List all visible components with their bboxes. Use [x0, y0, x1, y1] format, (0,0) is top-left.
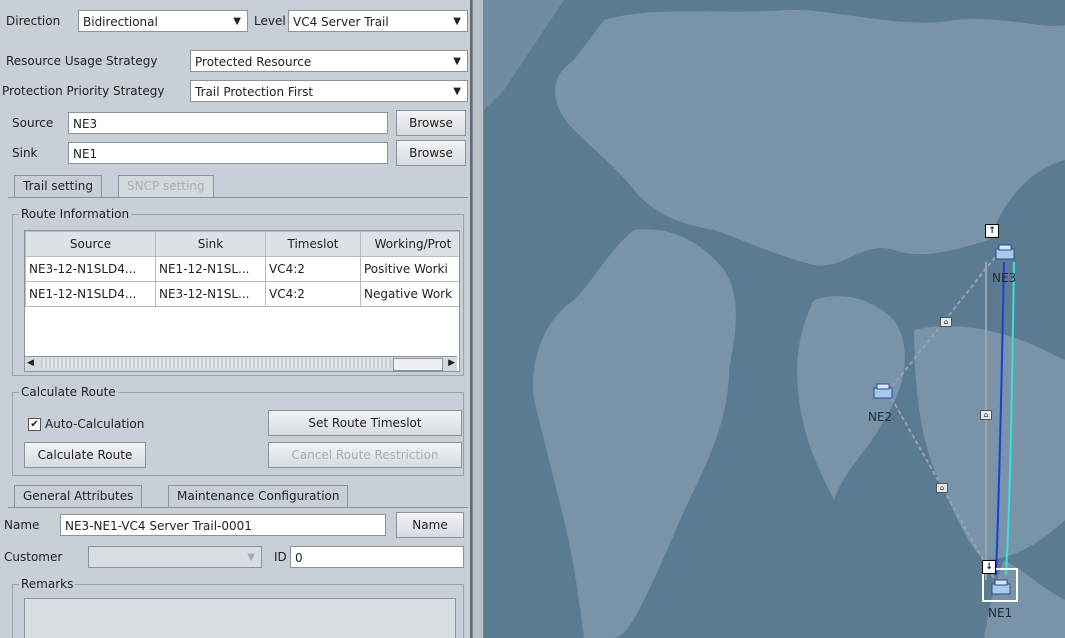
link-label-icon[interactable]: ⌂	[980, 410, 992, 420]
column-header[interactable]: Timeslot	[265, 231, 361, 257]
chevron-down-icon: ▼	[453, 16, 461, 27]
priority-label: Protection Priority Strategy	[2, 84, 165, 98]
table-row[interactable]: NE3-12-N1SLD4... NE1-12-N1SL... VC4:2 Po…	[25, 256, 459, 282]
column-header[interactable]: Source	[25, 231, 156, 257]
table-cell: VC4:2	[265, 281, 361, 307]
horizontal-scrollbar[interactable]: ◀ ▶	[25, 356, 457, 371]
resource-label: Resource Usage Strategy	[6, 54, 158, 68]
auto-calculation-checkbox[interactable]: ✔ Auto-Calculation	[28, 413, 144, 435]
tab-trail-setting[interactable]: Trail setting	[14, 175, 102, 197]
name-button[interactable]: Name	[396, 512, 464, 538]
scroll-right-icon[interactable]: ▶	[448, 358, 455, 368]
table-row[interactable]: NE1-12-N1SLD4... NE3-12-N1SL... VC4:2 Ne…	[25, 281, 459, 307]
chevron-down-icon: ▼	[453, 86, 461, 97]
ne1-label: NE1	[988, 606, 1013, 620]
table-cell: NE3-12-N1SL...	[155, 281, 266, 307]
tab-general-attributes[interactable]: General Attributes	[14, 485, 143, 507]
tab-underline	[8, 507, 468, 508]
ne3-label: NE3	[992, 271, 1017, 285]
direction-value: Bidirectional	[83, 15, 158, 29]
source-browse-button[interactable]: Browse	[396, 110, 466, 136]
direction-select[interactable]: Bidirectional ▼	[78, 10, 248, 32]
ne-icon[interactable]	[994, 243, 1016, 261]
priority-value: Trail Protection First	[195, 85, 314, 99]
id-field[interactable]: 0	[290, 546, 464, 568]
name-label: Name	[4, 518, 40, 532]
calculate-route-title: Calculate Route	[19, 384, 118, 400]
level-value: VC4 Server Trail	[293, 15, 389, 29]
remarks-title: Remarks	[19, 576, 76, 592]
calculate-route-button[interactable]: Calculate Route	[24, 442, 146, 468]
source-field[interactable]: NE3	[68, 112, 388, 134]
customer-select[interactable]: ▼	[88, 546, 262, 568]
table-cell: NE1-12-N1SLD4...	[25, 281, 156, 307]
level-select[interactable]: VC4 Server Trail ▼	[288, 10, 468, 32]
ne-icon[interactable]	[872, 382, 894, 400]
tab-underline	[8, 197, 468, 198]
cancel-route-restriction-button[interactable]: Cancel Route Restriction	[268, 442, 462, 468]
resource-value: Protected Resource	[195, 55, 312, 69]
split-pane-divider[interactable]	[472, 0, 484, 638]
chevron-down-icon: ▼	[453, 56, 461, 67]
table-cell: NE1-12-N1SL...	[155, 256, 266, 282]
chevron-down-icon: ▼	[233, 16, 241, 27]
scrollbar-track[interactable]	[41, 359, 391, 368]
trail-config-panel: Direction Bidirectional ▼ Level VC4 Serv…	[0, 0, 472, 638]
set-route-timeslot-button[interactable]: Set Route Timeslot	[268, 410, 462, 436]
table-header-row: Source Sink Timeslot Working/Prot	[25, 231, 459, 257]
chevron-down-icon: ▼	[247, 552, 255, 563]
arrow-down-icon: ↓	[982, 560, 996, 574]
resource-select[interactable]: Protected Resource ▼	[190, 50, 468, 72]
table-cell: Negative Work	[360, 281, 459, 307]
sink-field[interactable]: NE1	[68, 142, 388, 164]
name-field[interactable]: NE3-NE1-VC4 Server Trail-0001	[60, 514, 386, 536]
remarks-textarea[interactable]	[24, 598, 456, 638]
route-table-container: Source Sink Timeslot Working/Prot NE3-12…	[24, 230, 460, 372]
direction-label: Direction	[6, 14, 61, 28]
link-label-icon[interactable]: ⌂	[936, 483, 948, 493]
route-information-title: Route Information	[19, 206, 132, 222]
world-map-background	[484, 0, 1065, 638]
arrow-up-icon: ↑	[985, 224, 999, 238]
auto-calculation-label: Auto-Calculation	[45, 417, 145, 431]
column-header[interactable]: Sink	[155, 231, 266, 257]
tab-maintenance-configuration[interactable]: Maintenance Configuration	[168, 485, 349, 507]
link-label-icon[interactable]: ⌂	[940, 317, 952, 327]
table-cell: VC4:2	[265, 256, 361, 282]
topology-map[interactable]: ⌂ ⌂ ⌂ ↑ NE3 NE2 ↓ NE1	[484, 0, 1065, 638]
table-cell: NE3-12-N1SLD4...	[25, 256, 156, 282]
tab-sncp-setting[interactable]: SNCP setting	[118, 175, 214, 197]
scrollbar-thumb[interactable]	[393, 358, 443, 371]
customer-label: Customer	[4, 550, 63, 564]
route-table: Source Sink Timeslot Working/Prot NE3-12…	[25, 231, 459, 307]
level-label: Level	[254, 14, 286, 28]
sink-label: Sink	[12, 146, 38, 160]
priority-select[interactable]: Trail Protection First ▼	[190, 80, 468, 102]
ne-icon[interactable]	[990, 578, 1012, 596]
column-header[interactable]: Working/Prot	[360, 231, 459, 257]
table-cell: Positive Worki	[360, 256, 459, 282]
scroll-left-icon[interactable]: ◀	[27, 358, 34, 368]
sink-browse-button[interactable]: Browse	[396, 140, 466, 166]
source-label: Source	[12, 116, 54, 130]
id-label: ID	[274, 550, 287, 564]
checkmark-icon[interactable]: ✔	[28, 418, 41, 431]
ne2-label: NE2	[868, 410, 893, 424]
